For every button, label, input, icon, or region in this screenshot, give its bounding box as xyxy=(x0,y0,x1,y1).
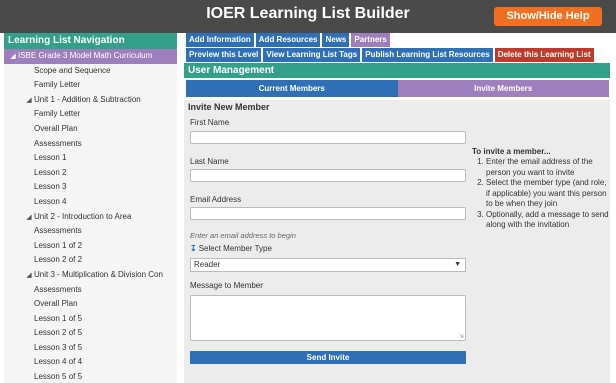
sidebar-tree-item[interactable]: Lesson 4 xyxy=(4,195,177,210)
sidebar-tree-item[interactable]: Assessments xyxy=(4,283,177,298)
sidebar-tree-item[interactable]: Assessments xyxy=(4,137,177,152)
member-subtabs: Current Members Invite Members xyxy=(186,80,609,97)
sidebar-tree-item-label: Lesson 4 xyxy=(34,196,67,206)
sidebar-tree-item[interactable]: Assessments xyxy=(4,224,177,239)
sidebar-tree-item-label: Lesson 3 xyxy=(34,182,67,192)
tab-row-secondary: Preview this Level View Learning List Tag… xyxy=(186,48,616,62)
expand-caret-icon[interactable]: ◢ xyxy=(24,94,34,108)
sidebar-tree-item[interactable]: Lesson 2 of 5 xyxy=(4,326,177,341)
sidebar-tree-item-label: Unit 3 - Multiplication & Division Con xyxy=(34,269,163,279)
send-invite-button[interactable]: Send Invite xyxy=(190,351,466,364)
sidebar-tree-item[interactable]: Lesson 5 of 5 xyxy=(4,370,177,383)
sidebar-tree-item-label: Lesson 1 of 2 xyxy=(34,240,83,250)
resize-grip-icon[interactable]: ⇲ xyxy=(459,333,464,340)
sidebar-tree-item[interactable]: Lesson 1 of 2 xyxy=(4,239,177,254)
user-management-header: User Management xyxy=(184,63,610,78)
sidebar-tree-item-label: Scope and Sequence xyxy=(34,65,111,75)
sidebar-title: Learning List Navigation xyxy=(4,33,177,49)
sidebar-tree-item-label: ISBE Grade 3 Model Math Curriculum xyxy=(18,51,153,60)
sidebar-tree-item-label: Family Letter xyxy=(34,80,81,90)
tab-publish-learning-list-resources[interactable]: Publish Learning List Resources xyxy=(362,48,493,62)
first-name-field[interactable] xyxy=(190,131,466,144)
member-type-value: Reader xyxy=(194,260,221,269)
message-label: Message to Member xyxy=(190,281,263,290)
sidebar-tree-item[interactable]: Overall Plan xyxy=(4,297,177,312)
sidebar-tree-item[interactable]: ◢ ISBE Grade 3 Model Math Curriculum xyxy=(4,49,177,64)
sidebar-tree-item-label: Unit 2 - Introduction to Area xyxy=(34,211,132,221)
sidebar-tree-item-label: Assessments xyxy=(34,138,82,148)
invite-instructions: To invite a member... Enter the email ad… xyxy=(472,147,610,231)
sidebar-tree-item-label: Assessments xyxy=(34,226,82,236)
tab-add-information[interactable]: Add Information xyxy=(186,33,254,47)
tab-current-members[interactable]: Current Members xyxy=(186,80,398,97)
tab-preview-this-level[interactable]: Preview this Level xyxy=(186,48,262,62)
sidebar-tree-item[interactable]: Lesson 2 xyxy=(4,166,177,181)
tab-news[interactable]: News xyxy=(322,33,350,47)
tab-row-primary: Add Information Add Resources News Partners xyxy=(186,33,616,47)
navigation-tree: ◢ ISBE Grade 3 Model Math Curriculum Scope… xyxy=(4,49,177,383)
sidebar-tree-item[interactable]: Lesson 2 of 2 xyxy=(4,253,177,268)
instruction-step: Select the member type (and role, if app… xyxy=(486,178,610,210)
action-tabs: Add Information Add Resources News Partners… xyxy=(186,33,616,63)
sidebar-tree-item-label: Lesson 5 of 5 xyxy=(34,372,83,382)
member-type-select[interactable]: Reader ▼ xyxy=(190,258,466,272)
tab-partners[interactable]: Partners xyxy=(351,33,390,47)
sidebar-tree-item[interactable]: Scope and Sequence xyxy=(4,64,177,79)
expand-caret-icon[interactable]: ◢ xyxy=(8,50,18,64)
sidebar-tree-item[interactable]: Lesson 3 xyxy=(4,180,177,195)
email-field[interactable] xyxy=(190,207,466,220)
instruction-step: Optionally, add a message to send along … xyxy=(486,210,610,231)
email-hint: Enter an email address to begin xyxy=(190,231,296,240)
instructions-list: Enter the email address of the person yo… xyxy=(472,157,610,231)
instructions-title: To invite a member... xyxy=(472,147,551,156)
learning-list-navigation: Learning List Navigation ◢ ISBE Grade 3 M… xyxy=(4,33,177,383)
sidebar-tree-item-label: Family Letter xyxy=(34,109,81,119)
sidebar-tree-item[interactable]: Family Letter xyxy=(4,78,177,93)
select-member-type-text: Select Member Type xyxy=(198,244,272,253)
email-label: Email Address xyxy=(190,195,242,204)
sidebar-tree-item[interactable]: ◢ Unit 3 - Multiplication & Division Con xyxy=(4,268,177,283)
sidebar-tree-item[interactable]: ◢ Unit 2 - Introduction to Area xyxy=(4,210,177,225)
sidebar-tree-item-label: Lesson 2 xyxy=(34,167,67,177)
message-field[interactable]: ⇲ xyxy=(190,295,466,341)
expand-caret-icon[interactable]: ◢ xyxy=(24,211,34,225)
sidebar-tree-item-label: Lesson 3 of 5 xyxy=(34,342,83,352)
invite-panel-title: Invite New Member xyxy=(188,102,270,112)
top-bar: IOER Learning List Builder Show/Hide Hel… xyxy=(0,0,616,33)
chevron-down-icon: ▼ xyxy=(454,261,461,268)
sidebar-tree-item-label: Lesson 2 of 5 xyxy=(34,328,83,338)
first-name-label: First Name xyxy=(190,118,230,127)
sidebar-tree-item[interactable]: Lesson 3 of 5 xyxy=(4,341,177,356)
arrow-down-icon: ↧ xyxy=(190,244,197,253)
tab-invite-members[interactable]: Invite Members xyxy=(397,80,609,97)
sidebar-tree-item[interactable]: ◢ Unit 1 - Addition & Subtraction xyxy=(4,93,177,108)
select-member-type-label: ↧ Select Member Type xyxy=(190,244,272,253)
sidebar-tree-item-label: Lesson 2 of 2 xyxy=(34,255,83,265)
sidebar-tree-item-label: Assessments xyxy=(34,284,82,294)
last-name-label: Last Name xyxy=(190,157,229,166)
tab-delete-this-learning-list[interactable]: Delete this Learning List xyxy=(494,48,594,62)
last-name-field[interactable] xyxy=(190,169,466,182)
instruction-step: Enter the email address of the person yo… xyxy=(486,157,610,178)
sidebar-tree-item[interactable]: Family Letter xyxy=(4,107,177,122)
show-hide-help-button[interactable]: Show/Hide Help xyxy=(494,7,602,26)
tab-add-resources[interactable]: Add Resources xyxy=(255,33,321,47)
sidebar-tree-item[interactable]: Lesson 4 of 4 xyxy=(4,355,177,370)
sidebar-tree-item-label: Overall Plan xyxy=(34,123,78,133)
sidebar-tree-item-label: Overall Plan xyxy=(34,299,78,309)
sidebar-tree-item[interactable]: Lesson 1 xyxy=(4,151,177,166)
tab-view-learning-list-tags[interactable]: View Learning List Tags xyxy=(263,48,361,62)
sidebar-tree-item[interactable]: Overall Plan xyxy=(4,122,177,137)
expand-caret-icon[interactable]: ◢ xyxy=(24,269,34,283)
sidebar-tree-item-label: Lesson 1 xyxy=(34,153,67,163)
sidebar-tree-item-label: Lesson 4 of 4 xyxy=(34,357,83,367)
sidebar-tree-item[interactable]: Lesson 1 of 5 xyxy=(4,312,177,327)
sidebar-tree-item-label: Unit 1 - Addition & Subtraction xyxy=(34,94,141,104)
sidebar-tree-item-label: Lesson 1 of 5 xyxy=(34,313,83,323)
